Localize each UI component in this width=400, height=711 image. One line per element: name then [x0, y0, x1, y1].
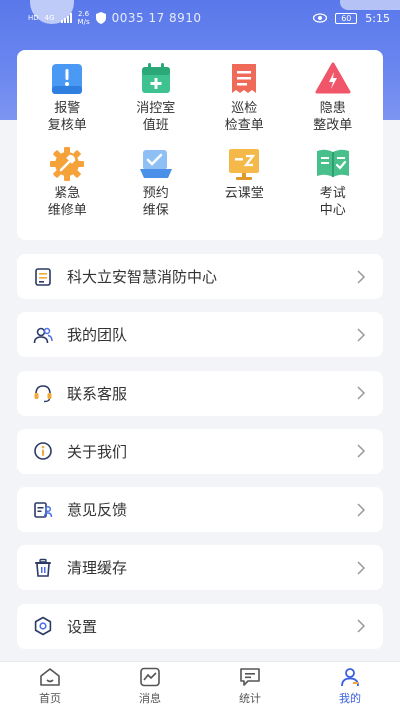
speed-readout: 2.6 M/s	[78, 10, 90, 26]
menu-item-customer-service[interactable]: 联系客服	[17, 370, 383, 416]
phone-number-label: 0035 17 8910	[111, 11, 202, 25]
chevron-right-icon	[357, 503, 366, 517]
speed-unit: M/s	[77, 18, 90, 26]
menu-item-feedback[interactable]: 意见反馈	[17, 487, 383, 533]
signal-icon	[60, 13, 72, 23]
alarm-review-icon	[52, 64, 83, 94]
inspection-sheet-icon	[232, 64, 257, 93]
emergency-repair-icon	[50, 147, 85, 181]
customer-service-icon	[34, 385, 52, 403]
menu-item-label: 联系客服	[67, 384, 128, 403]
network-type-label: 4G	[44, 14, 55, 22]
menu-item-my-team[interactable]: 我的团队	[17, 312, 383, 358]
status-right: 60 5:15	[313, 12, 390, 25]
grid-item-control-room-duty[interactable]: 消控室 值班	[112, 62, 201, 147]
eye-icon	[313, 13, 328, 23]
menu-item-label: 意见反馈	[67, 501, 128, 520]
maintenance-booking-icon	[139, 150, 172, 178]
chevron-right-icon	[357, 619, 366, 633]
shield-icon	[95, 12, 106, 24]
trash-icon	[35, 558, 51, 577]
profile-icon	[341, 668, 359, 687]
status-bar: HD 4G 2.6 M/s 0035 17 8910 60 5:15	[0, 0, 400, 36]
settings-icon	[34, 616, 52, 636]
home-icon	[40, 668, 60, 686]
tab-messages[interactable]: 消息	[110, 667, 190, 706]
grid-item-label: 消控室 值班	[136, 101, 176, 133]
grid-item-label: 报警 复核单	[47, 101, 87, 133]
battery-icon: 60	[335, 12, 358, 24]
grid-item-label: 预约 维保	[142, 186, 169, 218]
grid-item-label: 巡检 检查单	[224, 101, 264, 133]
menu-item-label: 科大立安智慧消防中心	[67, 268, 218, 286]
tab-label: 统计	[239, 692, 261, 705]
grid-item-emergency-repair[interactable]: 紧急 维修单	[23, 147, 112, 232]
feedback-icon	[34, 501, 53, 518]
settings-menu: 科大立安智慧消防中心 我的团队 联系客服 关于我们 意见反馈 清理缓存 设置	[17, 254, 383, 662]
status-left: HD 4G 2.6 M/s 0035 17 8910	[28, 10, 202, 26]
tab-profile[interactable]: 我的	[310, 667, 390, 706]
network-left-label: HD	[28, 14, 39, 22]
grid-item-label: 隐患 整改单	[313, 101, 353, 133]
grid-item-alarm-review[interactable]: 报警 复核单	[23, 62, 112, 147]
grid-item-inspection-sheet[interactable]: 巡检 检查单	[200, 62, 289, 147]
tab-label: 我的	[339, 692, 361, 705]
menu-item-clear-cache[interactable]: 清理缓存	[17, 545, 383, 591]
grid-item-maintenance-booking[interactable]: 预约 维保	[112, 147, 201, 232]
hazard-rectify-icon	[315, 62, 351, 94]
message-icon	[140, 667, 160, 687]
tab-label: 消息	[139, 692, 161, 705]
info-icon	[34, 442, 52, 461]
exam-center-icon	[316, 149, 349, 177]
menu-item-label: 设置	[67, 617, 98, 636]
grid-item-exam-center[interactable]: 考试 中心	[289, 147, 378, 232]
tab-label: 首页	[39, 692, 61, 705]
grid-item-label: 云课堂	[224, 186, 264, 201]
menu-item-label: 清理缓存	[67, 559, 128, 578]
chevron-right-icon	[357, 328, 366, 342]
grid-item-cloud-class[interactable]: 云课堂	[200, 147, 289, 232]
chevron-right-icon	[357, 561, 366, 575]
bottom-tab-bar: 首页 消息 统计 我的	[0, 661, 400, 711]
chevron-right-icon	[357, 269, 366, 284]
tab-statistics[interactable]: 统计	[210, 667, 290, 706]
menu-item-label: 关于我们	[67, 442, 128, 461]
chevron-right-icon	[357, 386, 366, 400]
menu-item-label: 我的团队	[67, 326, 128, 345]
team-icon	[33, 327, 53, 343]
tab-home[interactable]: 首页	[10, 667, 90, 706]
speed-value: 2.6	[78, 10, 90, 18]
clock: 5:15	[365, 11, 390, 25]
menu-item-settings[interactable]: 设置	[17, 603, 383, 649]
grid-item-hazard-rectify[interactable]: 隐患 整改单	[289, 62, 378, 147]
grid-item-label: 紧急 维修单	[47, 186, 87, 218]
menu-item-about-us[interactable]: 关于我们	[17, 428, 383, 474]
grid-item-label: 考试 中心	[319, 186, 346, 218]
chevron-right-icon	[357, 444, 366, 458]
menu-item-org-center[interactable]: 科大立安智慧消防中心	[17, 254, 383, 299]
function-grid: 报警 复核单 消控室 值班 巡检 检查单 隐患 整改单 紧急 维修单 预约 维保…	[17, 50, 383, 240]
org-center-icon	[35, 267, 51, 286]
statistics-icon	[240, 668, 260, 686]
control-room-duty-icon	[141, 63, 170, 93]
cloud-class-icon	[229, 149, 260, 180]
